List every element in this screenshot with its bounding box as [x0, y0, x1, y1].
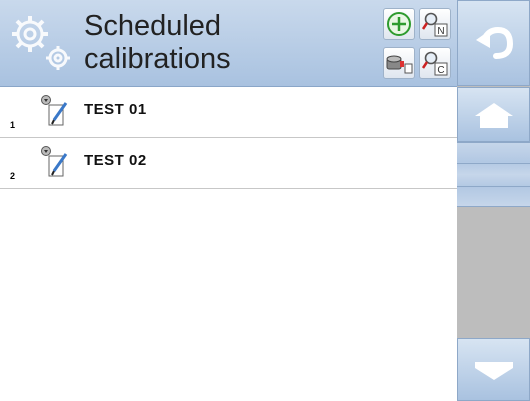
calibration-list: 1 TEST 01 2 TEST 02: [0, 87, 457, 189]
back-button[interactable]: [457, 0, 530, 86]
search-N-icon: N: [421, 12, 448, 37]
title-line-2: calibrations: [84, 43, 231, 75]
page-title: Scheduled calibrations: [84, 10, 384, 76]
search-by-code-button[interactable]: C: [419, 47, 451, 79]
list-item[interactable]: 2 TEST 02: [0, 138, 457, 189]
filter-icon: [386, 55, 413, 74]
search-C-icon: C: [421, 51, 448, 76]
arrow-down-icon: [474, 361, 513, 380]
row-label: TEST 02: [84, 152, 147, 169]
search-C-letter: C: [437, 65, 444, 76]
scroll-thumb[interactable]: [457, 142, 530, 207]
calibration-edit-icon: [41, 146, 68, 177]
row-index: 1: [10, 120, 16, 130]
scroll-down-button[interactable]: [457, 338, 530, 401]
add-button[interactable]: [383, 8, 415, 40]
search-N-letter: N: [437, 26, 444, 37]
title-line-1: Scheduled: [84, 10, 222, 42]
row-label: TEST 01: [84, 101, 147, 118]
list-item[interactable]: 1 TEST 01: [0, 87, 457, 138]
add-icon: [387, 12, 411, 36]
right-sidebar: [457, 0, 530, 401]
home-icon: [474, 102, 513, 128]
header-bar: Scheduled calibrations N C: [0, 0, 457, 87]
search-by-name-button[interactable]: N: [419, 8, 451, 40]
filter-button[interactable]: [383, 47, 415, 79]
gears-icon: [8, 10, 78, 76]
row-index: 2: [10, 171, 16, 181]
home-button[interactable]: [457, 87, 530, 142]
calibration-edit-icon: [41, 95, 68, 126]
back-arrow-icon: [475, 26, 513, 59]
